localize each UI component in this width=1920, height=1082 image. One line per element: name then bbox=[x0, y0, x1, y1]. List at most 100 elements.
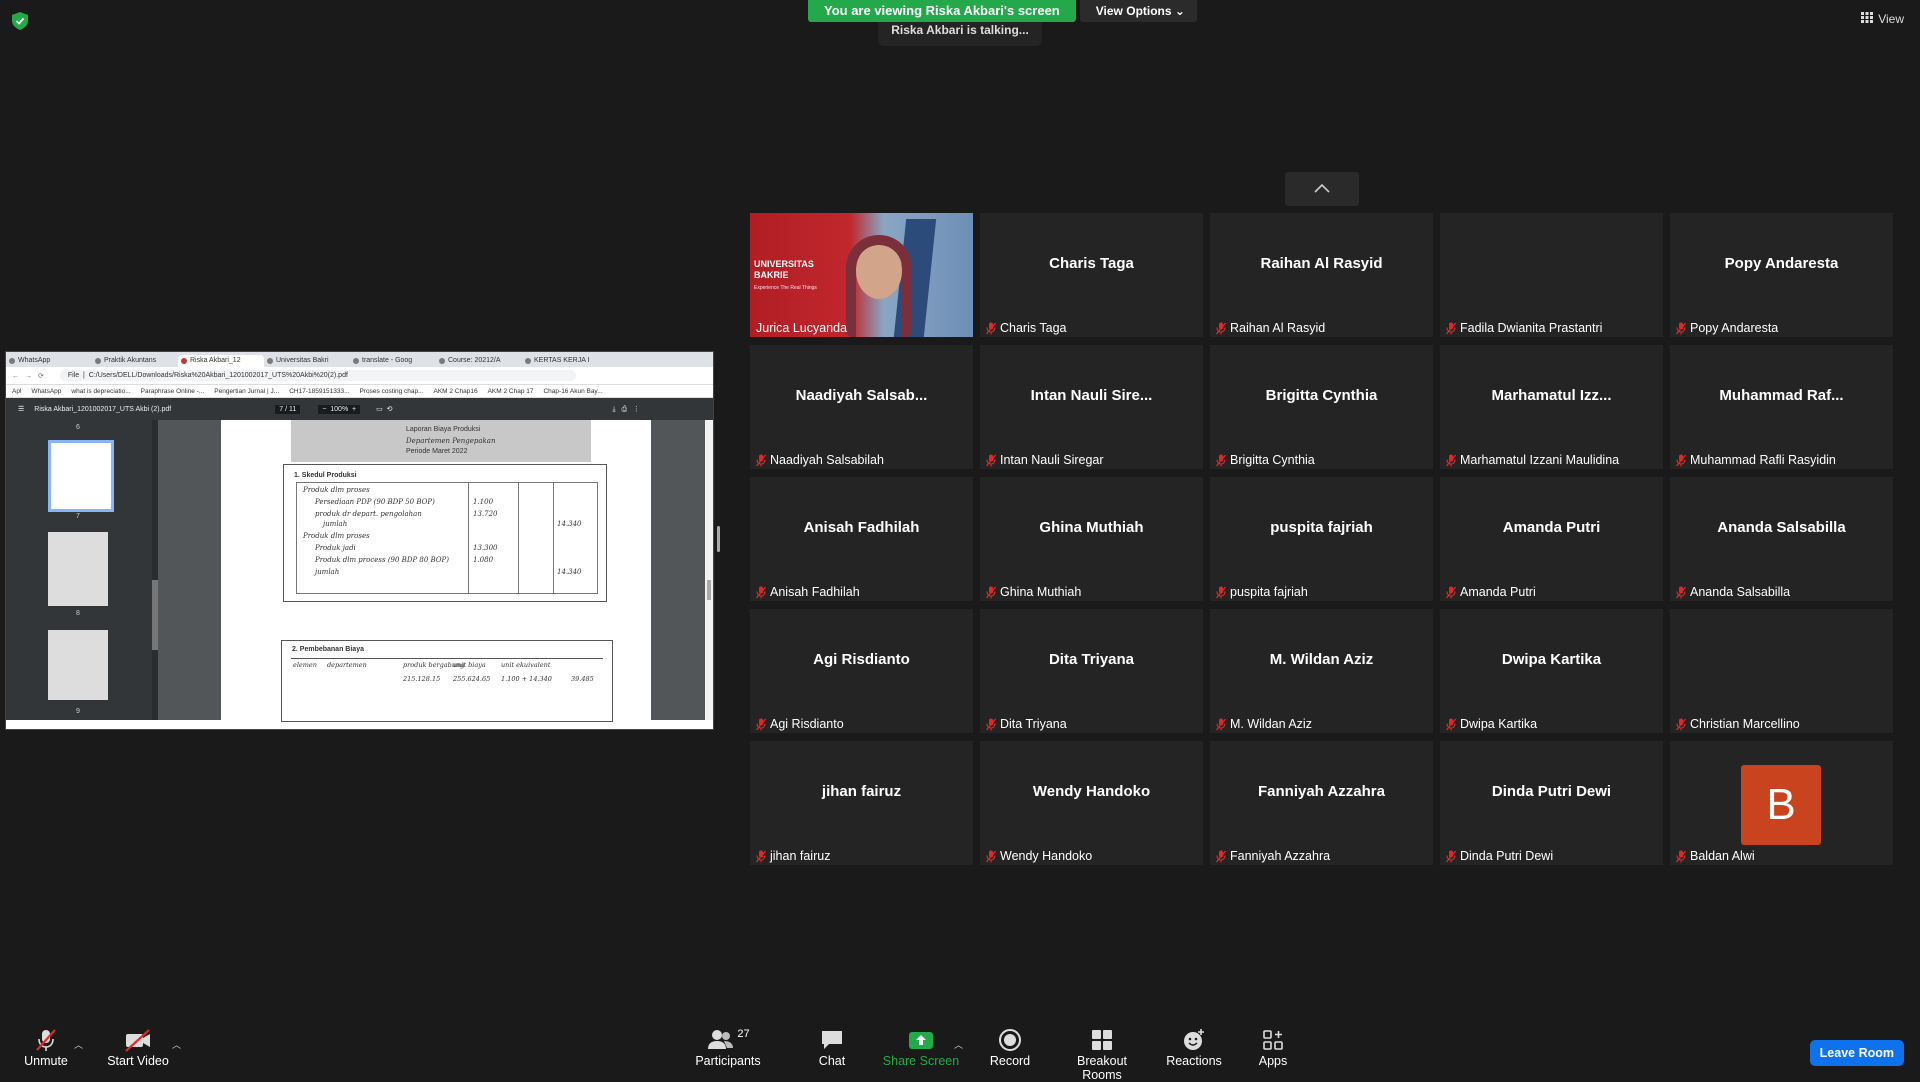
muted-mic-icon bbox=[20, 1026, 72, 1054]
muted-mic-icon bbox=[986, 718, 996, 731]
view-options-button[interactable]: View Options ⌄ bbox=[1079, 0, 1197, 22]
participant-display-name: Muhammad Raf... bbox=[1719, 387, 1844, 404]
participant-tile[interactable]: M. Wildan Aziz M. Wildan Aziz bbox=[1210, 609, 1433, 733]
splitter-handle[interactable] bbox=[717, 526, 720, 552]
table-cell: 255.624.65 bbox=[453, 675, 491, 683]
participant-display-name: Marhamatul Izz... bbox=[1491, 387, 1612, 404]
record-icon bbox=[986, 1026, 1034, 1054]
view-button[interactable]: View bbox=[1861, 12, 1904, 26]
muted-mic-icon bbox=[756, 850, 766, 863]
muted-mic-icon bbox=[1676, 850, 1686, 863]
breakout-rooms-button[interactable]: Breakout Rooms bbox=[1056, 1026, 1148, 1082]
participant-tile[interactable]: Raihan Al Rasyid Raihan Al Rasyid bbox=[1210, 213, 1433, 337]
participant-tile[interactable]: Ananda Salsabilla Ananda Salsabilla bbox=[1670, 477, 1893, 601]
table-header-cell: unit biaya bbox=[453, 661, 486, 669]
participant-display-name: Ghina Muthiah bbox=[1039, 519, 1144, 536]
audio-options-caret[interactable]: ︿ bbox=[74, 1038, 83, 1051]
participant-tile[interactable]: Amanda Putri Amanda Putri bbox=[1440, 477, 1663, 601]
bookmark-item: Proses costing chap... bbox=[359, 387, 424, 395]
participant-tile[interactable]: Dinda Putri Dewi Dinda Putri Dewi bbox=[1440, 741, 1663, 865]
participant-tile[interactable]: Popy Andaresta Popy Andaresta bbox=[1670, 213, 1893, 337]
participant-name-label: Jurica Lucyanda bbox=[756, 321, 848, 335]
collapse-gallery-button[interactable] bbox=[1285, 172, 1359, 206]
bookmark-item: Pengertian Jurnal | J... bbox=[214, 387, 280, 395]
reactions-button[interactable]: Reactions bbox=[1166, 1026, 1222, 1068]
share-options-caret[interactable]: ︿ bbox=[954, 1038, 963, 1051]
thumb-number: 8 bbox=[76, 610, 80, 617]
muted-mic-icon bbox=[756, 586, 766, 599]
handwritten-row-value: 14.340 bbox=[557, 520, 582, 528]
record-button[interactable]: Record bbox=[986, 1026, 1034, 1068]
muted-mic-icon bbox=[1676, 586, 1686, 599]
participants-button[interactable]: 27 Participants bbox=[690, 1026, 766, 1068]
participant-tile[interactable]: Dita Triyana Dita Triyana bbox=[980, 609, 1203, 733]
apps-icon bbox=[1252, 1026, 1294, 1054]
thumbnail-scrollbar[interactable] bbox=[152, 420, 158, 720]
url-field: File | C:/Users/DELL/Downloads/Riska%20A… bbox=[59, 370, 576, 381]
shield-icon[interactable] bbox=[12, 12, 28, 30]
participant-tile[interactable]: B Baldan Alwi bbox=[1670, 741, 1893, 865]
participant-tile[interactable]: Brigitta Cynthia Brigitta Cynthia bbox=[1210, 345, 1433, 469]
participant-tile[interactable]: UNIVERSITAS BAKRIE Experience The Real Th… bbox=[750, 213, 973, 337]
participant-name-label: Fadila Dwianita Prastantri bbox=[1446, 321, 1602, 335]
thumbnail-page-7[interactable] bbox=[48, 440, 114, 512]
participant-tile[interactable]: Christian Marcellino bbox=[1670, 609, 1893, 733]
browser-tab: KERTAS KERJA I bbox=[522, 355, 608, 367]
pdf-page: Laporan Biaya Produksi Departemen Pengep… bbox=[221, 420, 651, 722]
browser-tab: translate - Goog bbox=[350, 355, 436, 367]
table-header-cell: unit ekuivalent bbox=[501, 661, 551, 669]
handwritten-row-value: 14.340 bbox=[557, 568, 582, 576]
participant-display-name: Fanniyah Azzahra bbox=[1258, 783, 1385, 800]
video-options-caret[interactable]: ︿ bbox=[172, 1038, 181, 1051]
pdf-scrollbar[interactable] bbox=[705, 420, 713, 720]
participant-display-name: Ananda Salsabilla bbox=[1717, 519, 1846, 536]
participant-tile[interactable]: Charis Taga Charis Taga bbox=[980, 213, 1203, 337]
participant-hijab bbox=[846, 235, 912, 337]
browser-nav-icons: ←→⟳ bbox=[12, 372, 50, 380]
thumb-number: 9 bbox=[76, 708, 80, 715]
participant-display-name: Wendy Handoko bbox=[1032, 783, 1151, 800]
pdf-page-indicator: 7 / 11 bbox=[275, 404, 301, 414]
leave-room-button[interactable]: Leave Room bbox=[1809, 1040, 1904, 1066]
muted-mic-icon bbox=[986, 850, 996, 863]
share-screen-button[interactable]: Share Screen bbox=[882, 1026, 960, 1068]
pdf-action-icons: ⤓ ⎙ ⋮ bbox=[612, 405, 640, 413]
participant-tile[interactable]: jihan fairuz jihan fairuz bbox=[750, 741, 973, 865]
participant-display-name: M. Wildan Aziz bbox=[1269, 651, 1374, 668]
apps-button[interactable]: Apps bbox=[1252, 1026, 1294, 1068]
browser-address-bar: ←→⟳ File | C:/Users/DELL/Downloads/Riska… bbox=[6, 367, 713, 385]
muted-mic-icon bbox=[1446, 586, 1456, 599]
handwritten-row-label: Produk jadi bbox=[315, 544, 356, 552]
participant-name-label: Muhammad Rafli Rasyidin bbox=[1676, 453, 1836, 467]
participant-name-label: Wendy Handoko bbox=[986, 849, 1092, 863]
pdf-thumbnails: 6 7 8 9 bbox=[6, 420, 158, 720]
participant-tile[interactable]: Agi Risdianto Agi Risdianto bbox=[750, 609, 973, 733]
muted-mic-icon bbox=[756, 718, 766, 731]
handwritten-row-value: 1.080 bbox=[473, 556, 494, 564]
participant-tile[interactable]: Fanniyah Azzahra Fanniyah Azzahra bbox=[1210, 741, 1433, 865]
unmute-button[interactable]: Unmute bbox=[20, 1026, 72, 1068]
participant-tile[interactable]: Ghina Muthiah Ghina Muthiah bbox=[980, 477, 1203, 601]
participant-tile[interactable]: Muhammad Raf... Muhammad Rafli Rasyidin bbox=[1670, 345, 1893, 469]
participant-name-label: Baldan Alwi bbox=[1676, 849, 1755, 863]
thumbnail-page-8[interactable] bbox=[48, 532, 108, 606]
muted-mic-icon bbox=[1446, 850, 1456, 863]
handwritten-row-label: jumlah bbox=[315, 568, 340, 576]
pdf-zoom: − 100% + bbox=[318, 404, 361, 414]
participant-tile[interactable]: Wendy Handoko Wendy Handoko bbox=[980, 741, 1203, 865]
participant-tile[interactable]: Intan Nauli Sire... Intan Nauli Siregar bbox=[980, 345, 1203, 469]
doc-header-line: Departemen Pengepakan bbox=[406, 437, 496, 445]
participant-tile[interactable]: Dwipa Kartika Dwipa Kartika bbox=[1440, 609, 1663, 733]
start-video-button[interactable]: Start Video bbox=[104, 1026, 172, 1068]
pdf-title: Riska Akbari_1201002017_UTS Akbi (2).pdf bbox=[34, 405, 172, 413]
participant-tile[interactable]: Naadiyah Salsab... Naadiyah Salsabilah bbox=[750, 345, 973, 469]
thumbnail-page-9[interactable] bbox=[48, 630, 108, 700]
participant-name-label: Agi Risdianto bbox=[756, 717, 844, 731]
chat-button[interactable]: Chat bbox=[808, 1026, 856, 1068]
participant-tile[interactable]: Marhamatul Izz... Marhamatul Izzani Mauli… bbox=[1440, 345, 1663, 469]
participant-tile[interactable]: Anisah Fadhilah Anisah Fadhilah bbox=[750, 477, 973, 601]
chat-icon bbox=[808, 1026, 856, 1054]
muted-mic-icon bbox=[1216, 322, 1226, 335]
participant-tile[interactable]: puspita fajriah puspita fajriah bbox=[1210, 477, 1433, 601]
participant-tile[interactable]: Fadila Dwianita Prastantri bbox=[1440, 213, 1663, 337]
